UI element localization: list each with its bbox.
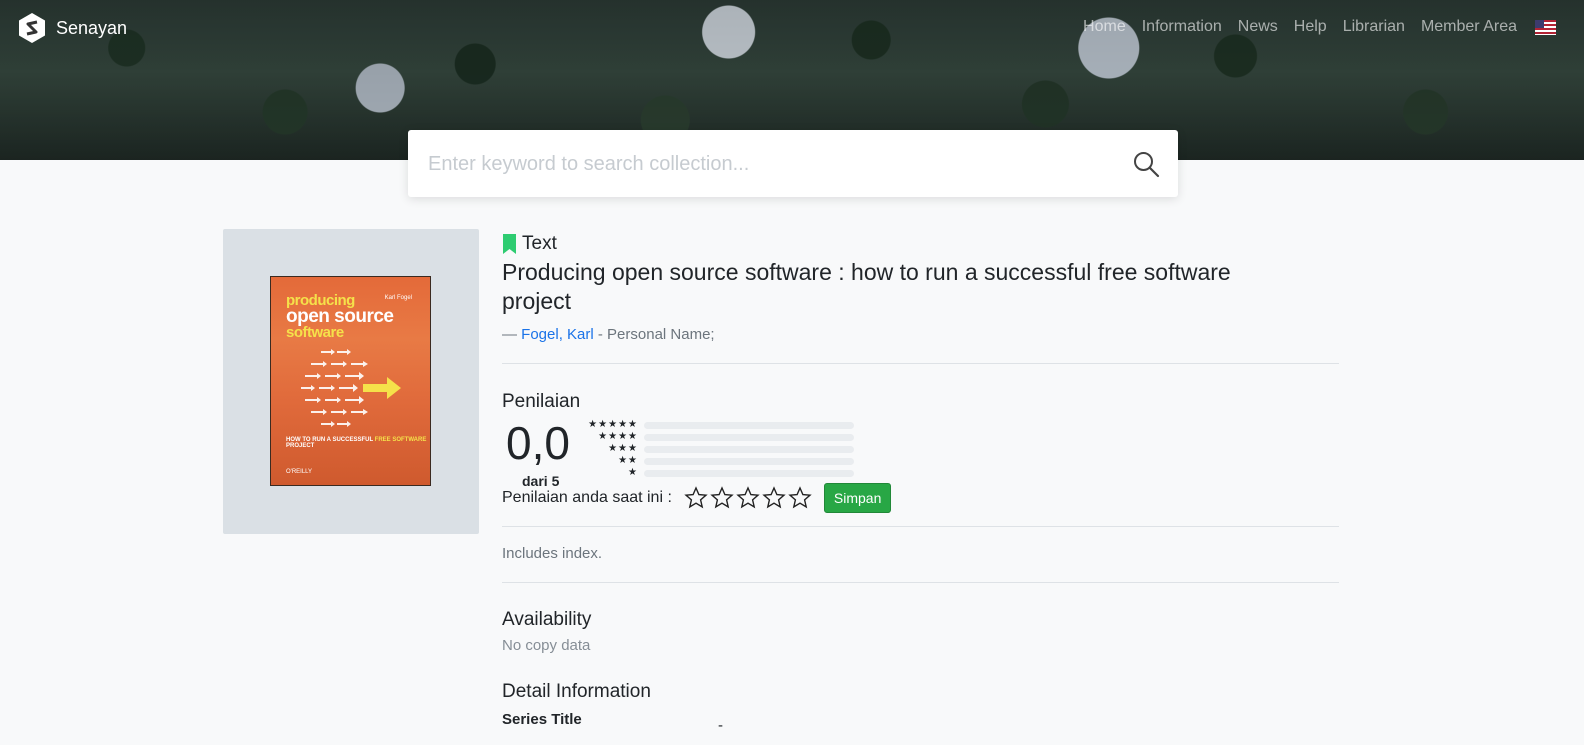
star-1-icon[interactable]	[684, 486, 708, 510]
cover-publisher: O'REILLY	[286, 469, 313, 475]
navbar: Senayan Home Information News Help Libra…	[0, 0, 1584, 56]
cover-panel: Karl Fogel producing open source softwar…	[223, 229, 479, 534]
rating-summary: 0,0 dari 5 ★★★★★ ★★★★ ★★★ ★★ ★ Penilaian…	[502, 417, 1339, 513]
search-input[interactable]	[428, 148, 1108, 180]
star-5-icon[interactable]	[788, 486, 812, 510]
star-rating-input	[684, 486, 812, 510]
detail-row: Series Title -	[502, 711, 1339, 734]
nav-help[interactable]: Help	[1294, 18, 1327, 36]
detail-heading: Detail Information	[502, 681, 651, 702]
nav-librarian[interactable]: Librarian	[1343, 18, 1405, 36]
current-rating-row: Penilaian anda saat ini : Simpan	[502, 483, 892, 513]
item-type: Text	[502, 232, 1339, 256]
nav-news[interactable]: News	[1238, 18, 1278, 36]
cover-arrows-art	[301, 349, 401, 427]
rating-row-5: ★★★★★	[580, 419, 854, 431]
divider	[502, 582, 1339, 583]
nav-home[interactable]: Home	[1083, 18, 1126, 36]
rating-row-3: ★★★	[580, 443, 854, 455]
rating-row-4: ★★★★	[580, 431, 854, 443]
star-4-icon[interactable]	[762, 486, 786, 510]
rating-distribution: ★★★★★ ★★★★ ★★★ ★★ ★	[580, 419, 854, 479]
series-title-value: -	[718, 717, 723, 734]
nav-links: Home Information News Help Librarian Mem…	[1083, 18, 1556, 36]
rating-bar	[644, 445, 854, 453]
divider	[502, 526, 1339, 527]
item-notes: Includes index.	[502, 545, 603, 562]
rating-bar	[644, 433, 854, 441]
senayan-logo-icon	[19, 13, 45, 43]
star-3-icon[interactable]	[736, 486, 760, 510]
rating-row-2: ★★	[580, 455, 854, 467]
author-link[interactable]: Fogel, Karl	[521, 326, 594, 343]
cover-title: producing open source software	[286, 292, 394, 341]
divider	[502, 363, 1339, 364]
author-row: — Fogel, Karl - Personal Name;	[502, 326, 715, 343]
brand[interactable]: Senayan	[18, 12, 127, 44]
nav-member-area[interactable]: Member Area	[1421, 18, 1517, 36]
rating-row-1: ★	[580, 467, 854, 479]
rating-bar	[644, 457, 854, 465]
author-role: - Personal Name;	[593, 326, 715, 343]
us-flag-icon[interactable]	[1535, 19, 1556, 35]
item-type-label: Text	[522, 233, 557, 254]
item-detail: Text Producing open source software : ho…	[502, 232, 1339, 734]
search-box	[408, 130, 1178, 197]
availability-value: No copy data	[502, 637, 591, 654]
save-rating-button[interactable]: Simpan	[823, 483, 892, 513]
bookmark-icon	[503, 234, 516, 254]
rating-bar	[644, 469, 854, 477]
series-title-label: Series Title	[502, 711, 582, 728]
brand-name: Senayan	[56, 17, 128, 38]
rating-score: 0,0	[506, 417, 570, 469]
book-title: Producing open source software : how to …	[502, 259, 1231, 314]
book-cover-image[interactable]: Karl Fogel producing open source softwar…	[270, 276, 431, 486]
current-rating-label: Penilaian anda saat ini :	[502, 489, 672, 506]
search-icon[interactable]	[1132, 150, 1160, 178]
cover-subtitle: HOW TO RUN A SUCCESSFUL FREE SOFTWARE PR…	[286, 437, 427, 449]
rating-heading: Penilaian	[502, 391, 581, 412]
star-2-icon[interactable]	[710, 486, 734, 510]
rating-bar	[644, 421, 854, 429]
availability-heading: Availability	[502, 609, 592, 630]
nav-information[interactable]: Information	[1142, 18, 1222, 36]
